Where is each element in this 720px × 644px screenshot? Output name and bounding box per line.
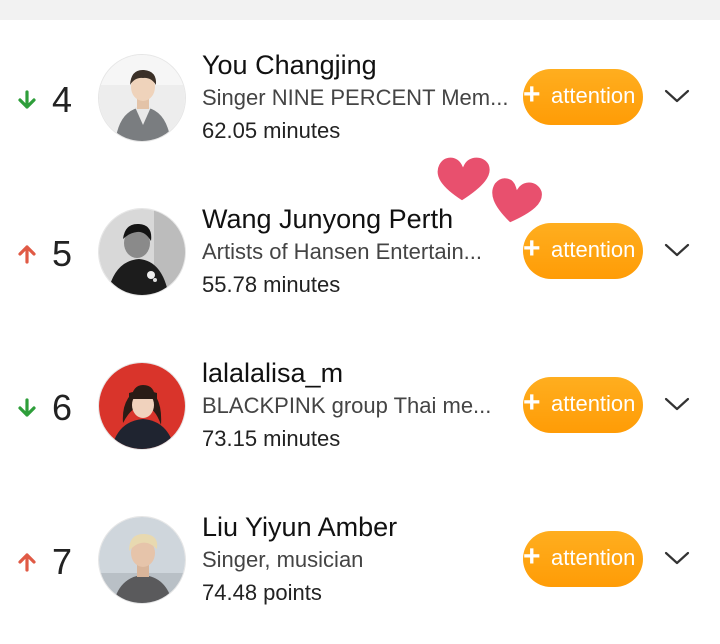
- artist-description: Artists of Hansen Entertain...: [202, 239, 483, 264]
- attention-label: attention: [551, 83, 636, 108]
- plus-icon: +: [523, 232, 541, 265]
- heart-icon: [434, 154, 493, 204]
- attention-label: attention: [551, 237, 636, 262]
- arrow-down-icon: [18, 398, 36, 417]
- plus-icon: +: [523, 540, 541, 573]
- arrow-up-icon: [18, 245, 36, 264]
- attention-button[interactable]: + attention: [523, 69, 643, 125]
- rank-number: 4: [52, 79, 73, 120]
- hearts-sticker: [434, 154, 545, 226]
- chevron-down-icon[interactable]: [664, 395, 690, 413]
- arrow-down-icon: [18, 90, 36, 109]
- arrow-up-icon: [18, 553, 36, 572]
- artist-stat: 62.05 minutes: [202, 118, 341, 143]
- artist-description: BLACKPINK group Thai me...: [202, 393, 492, 418]
- ranking-row[interactable]: 5 Wang Junyong Perth Artists of Hansen E…: [0, 174, 720, 328]
- artist-name[interactable]: lalalalisa_m: [202, 357, 343, 389]
- chevron-down-icon[interactable]: [664, 87, 690, 105]
- chevron-down-icon[interactable]: [664, 549, 690, 567]
- artist-description: Singer, musician: [202, 547, 364, 572]
- avatar[interactable]: [98, 208, 186, 296]
- ranking-row[interactable]: 6 lalalalisa_m BLACKPINK group Thai me..…: [0, 328, 720, 482]
- plus-icon: +: [523, 386, 541, 419]
- top-bar: [0, 0, 720, 20]
- ranking-row[interactable]: 4 You Changjing Singer NINE PERCENT Mem.…: [0, 20, 720, 174]
- heart-icon: [489, 175, 545, 226]
- artist-stat: 73.15 minutes: [202, 426, 341, 451]
- rank-number: 7: [52, 541, 73, 582]
- chevron-down-icon[interactable]: [664, 241, 690, 259]
- artist-description: Singer NINE PERCENT Mem...: [202, 85, 509, 110]
- ranking-row[interactable]: 7 Liu Yiyun Amber Singer, musician 74.48…: [0, 482, 720, 636]
- artist-stat: 74.48 points: [202, 580, 322, 605]
- rank-number: 5: [52, 233, 73, 274]
- artist-name[interactable]: Wang Junyong Perth: [202, 203, 453, 235]
- artist-name[interactable]: Liu Yiyun Amber: [202, 511, 397, 543]
- avatar[interactable]: [98, 54, 186, 142]
- attention-label: attention: [551, 545, 636, 570]
- rank-number: 6: [52, 387, 73, 428]
- attention-label: attention: [551, 391, 636, 416]
- avatar[interactable]: [98, 516, 186, 604]
- attention-button[interactable]: + attention: [523, 377, 643, 433]
- artist-stat: 55.78 minutes: [202, 272, 341, 297]
- attention-button[interactable]: + attention: [523, 223, 643, 279]
- artist-name[interactable]: You Changjing: [202, 49, 377, 81]
- attention-button[interactable]: + attention: [523, 531, 643, 587]
- avatar[interactable]: [98, 362, 186, 450]
- plus-icon: +: [523, 78, 541, 111]
